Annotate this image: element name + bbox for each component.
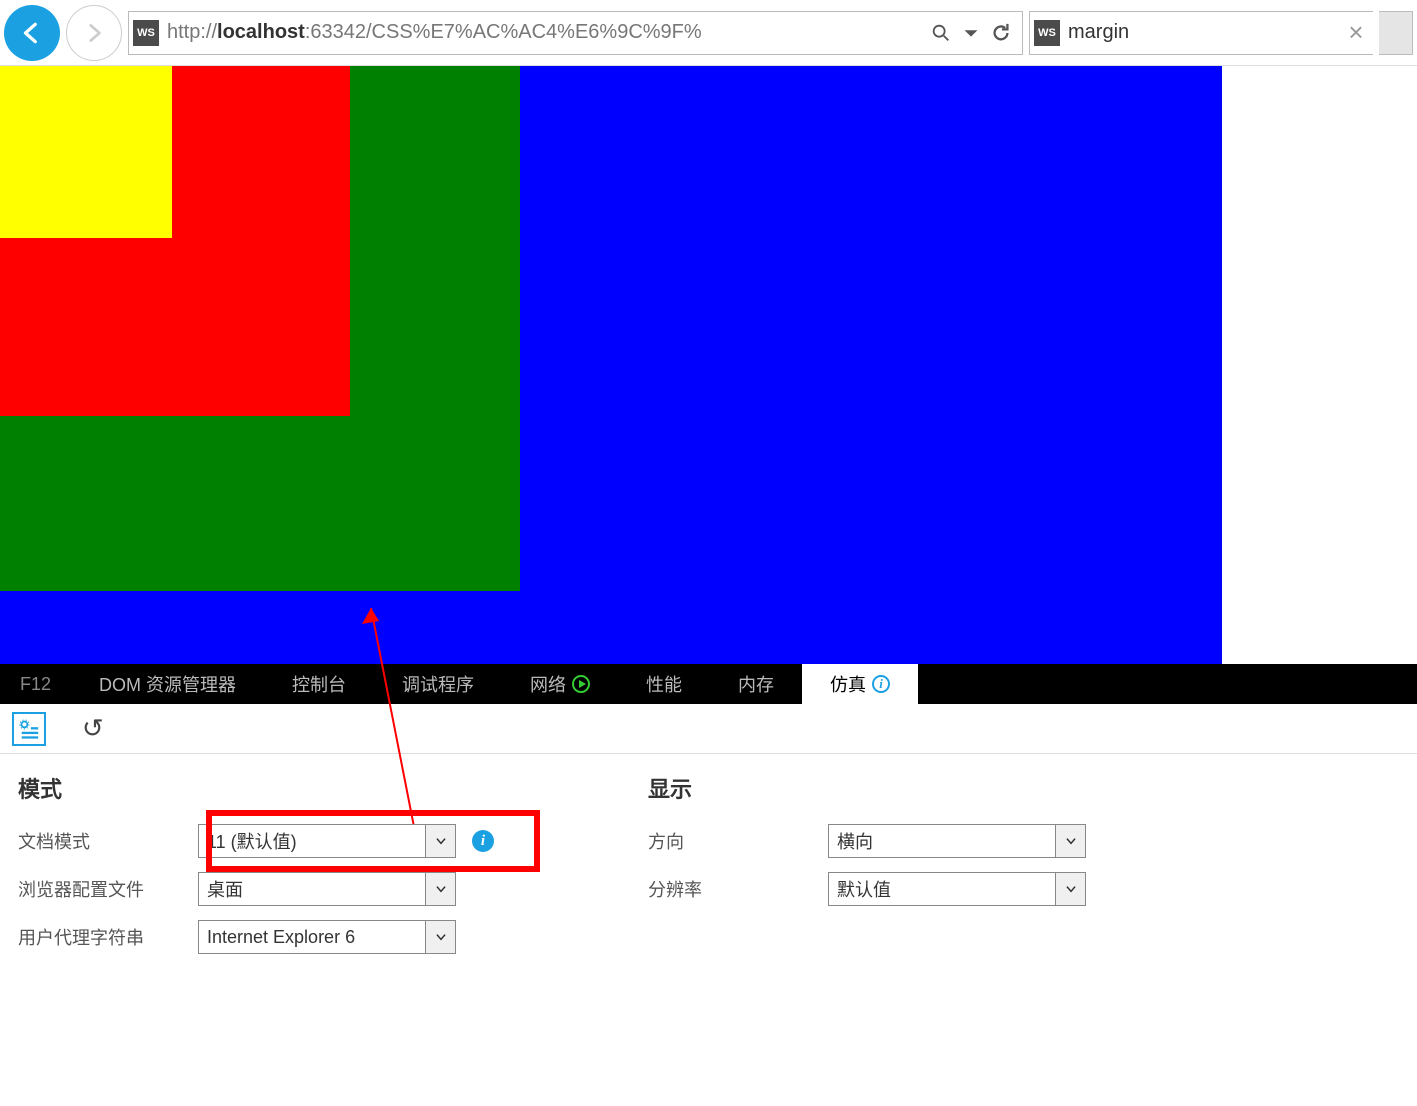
display-heading: 显示 — [648, 772, 1278, 804]
forward-arrow-icon — [81, 20, 107, 46]
chevron-down-icon — [425, 873, 455, 905]
tab-title: margin — [1068, 21, 1339, 44]
resolution-select[interactable]: 默认值 — [828, 872, 1086, 906]
mode-heading: 模式 — [18, 772, 648, 804]
back-button[interactable] — [4, 5, 60, 61]
forward-button[interactable] — [66, 5, 122, 61]
doc-mode-row: 文档模式 11 (默认值) i — [18, 824, 648, 858]
close-icon[interactable]: × — [1339, 17, 1373, 48]
ws-badge-icon: WS — [133, 20, 159, 46]
ws-badge-icon: WS — [1034, 20, 1060, 46]
browser-profile-row: 浏览器配置文件 桌面 — [18, 872, 648, 906]
devtools-toolbar: ↻ — [0, 704, 1417, 754]
resolution-row: 分辨率 默认值 — [648, 872, 1278, 906]
new-tab-button[interactable] — [1379, 11, 1413, 55]
chevron-down-icon — [1055, 825, 1085, 857]
ua-row: 用户代理字符串 Internet Explorer 6 — [18, 920, 648, 954]
ua-select[interactable]: Internet Explorer 6 — [198, 920, 456, 954]
doc-mode-label: 文档模式 — [18, 828, 198, 854]
f12-label: F12 — [0, 664, 71, 704]
devtools-tabs: F12 DOM 资源管理器 控制台 调试程序 网络 性能 内存 仿真 i — [0, 664, 1417, 704]
yellow-box — [0, 66, 172, 238]
browser-profile-label: 浏览器配置文件 — [18, 876, 198, 902]
tab-console[interactable]: 控制台 — [264, 664, 374, 704]
undo-icon: ↻ — [82, 713, 104, 744]
search-icon[interactable] — [930, 22, 952, 44]
tab-emulation[interactable]: 仿真 i — [802, 664, 918, 704]
refresh-icon[interactable] — [990, 22, 1012, 44]
tab[interactable]: WS margin × — [1029, 11, 1373, 55]
play-icon — [572, 675, 590, 693]
chevron-down-icon — [1055, 873, 1085, 905]
info-icon: i — [872, 675, 890, 693]
address-bar[interactable]: WS http://localhost:63342/CSS%E7%AC%AC4%… — [128, 11, 1023, 55]
gear-list-icon — [18, 718, 40, 740]
mode-column: 模式 文档模式 11 (默认值) i 浏览器配置文件 桌面 用户代理字符串 In… — [18, 772, 648, 968]
tab-debugger[interactable]: 调试程序 — [374, 664, 502, 704]
orientation-label: 方向 — [648, 828, 828, 854]
resolution-label: 分辨率 — [648, 876, 828, 902]
ua-label: 用户代理字符串 — [18, 924, 198, 950]
chevron-down-icon — [425, 921, 455, 953]
orientation-row: 方向 横向 — [648, 824, 1278, 858]
browser-toolbar: WS http://localhost:63342/CSS%E7%AC%AC4%… — [0, 0, 1417, 66]
undo-button[interactable]: ↻ — [76, 712, 110, 746]
tab-network[interactable]: 网络 — [502, 664, 618, 704]
display-column: 显示 方向 横向 分辨率 默认值 — [648, 772, 1278, 968]
orientation-select[interactable]: 横向 — [828, 824, 1086, 858]
url-text: http://localhost:63342/CSS%E7%AC%AC4%E6%… — [163, 21, 920, 44]
info-icon[interactable]: i — [472, 830, 494, 852]
browser-profile-select[interactable]: 桌面 — [198, 872, 456, 906]
chevron-down-icon[interactable] — [960, 22, 982, 44]
chevron-down-icon — [425, 825, 455, 857]
address-controls — [920, 22, 1022, 44]
emulation-panel: 模式 文档模式 11 (默认值) i 浏览器配置文件 桌面 用户代理字符串 In… — [0, 754, 1417, 990]
tab-memory[interactable]: 内存 — [710, 664, 802, 704]
page-content — [0, 66, 1417, 664]
doc-mode-select[interactable]: 11 (默认值) — [198, 824, 456, 858]
back-arrow-icon — [19, 20, 45, 46]
settings-button[interactable] — [12, 712, 46, 746]
tab-dom-explorer[interactable]: DOM 资源管理器 — [71, 664, 264, 704]
tab-performance[interactable]: 性能 — [618, 664, 710, 704]
